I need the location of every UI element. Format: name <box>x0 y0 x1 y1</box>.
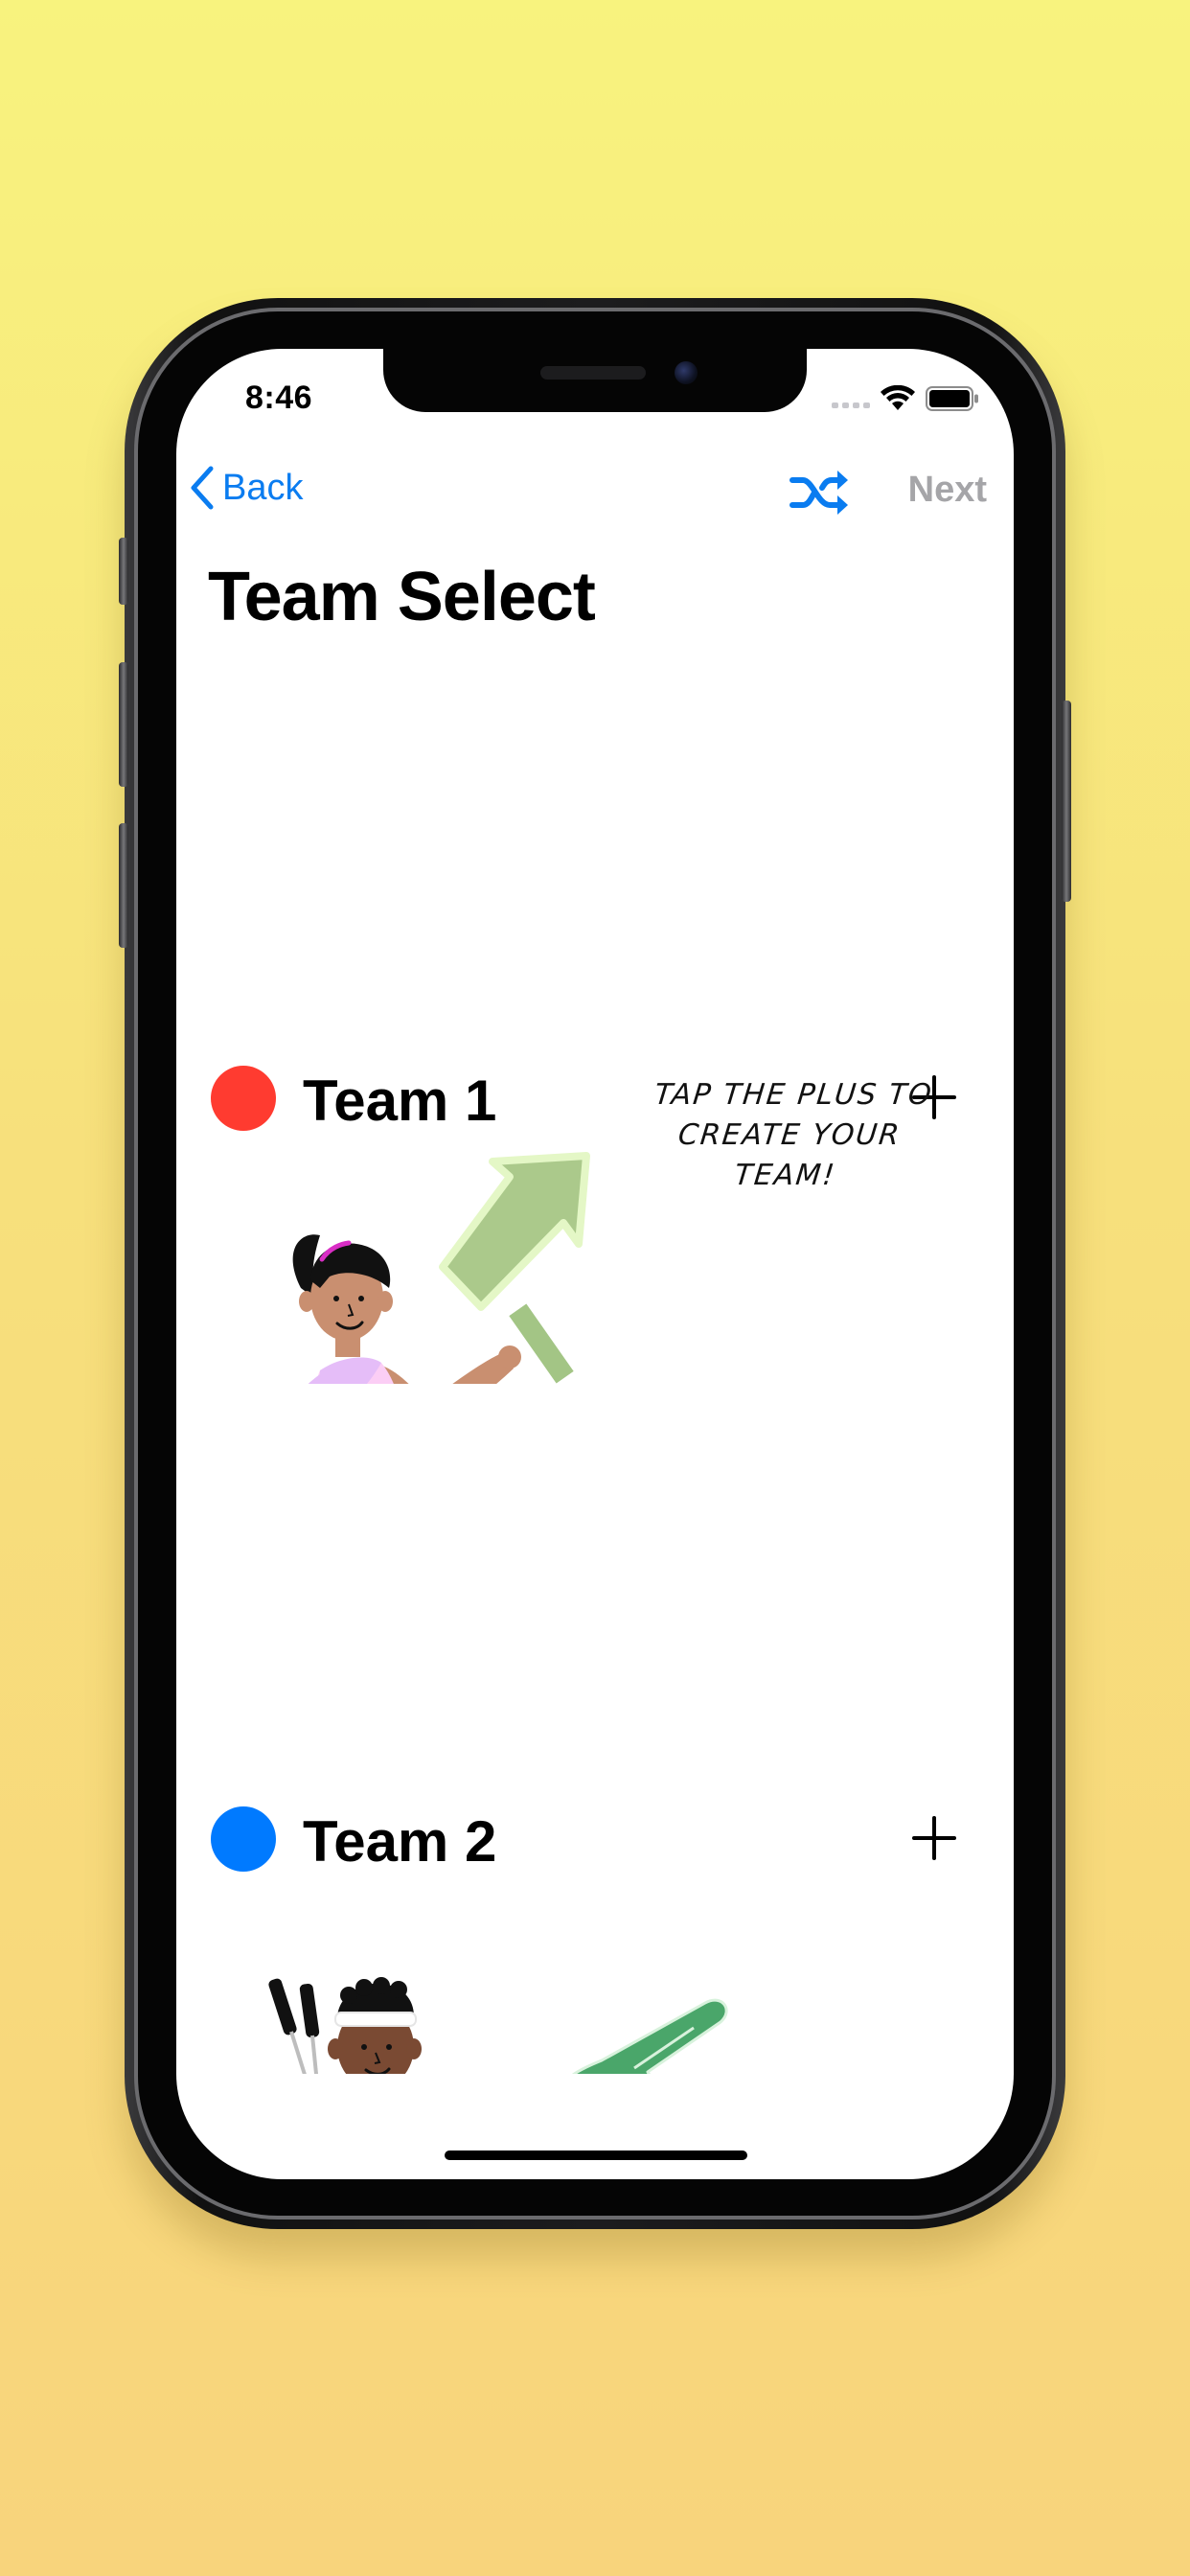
phone-frame: 8:46 Back Next Team Select Team 1 TAP TH… <box>119 298 1071 2229</box>
next-button[interactable]: Next <box>908 470 987 511</box>
page-title: Team Select <box>208 559 596 635</box>
volume-up-button <box>119 662 128 787</box>
status-indicators <box>832 385 979 412</box>
shuffle-icon[interactable] <box>790 469 851 517</box>
create-team-hint: TAP THE PLUS TO CREATE YOUR TEAM! <box>639 1075 939 1196</box>
back-label: Back <box>222 467 304 508</box>
earpiece-speaker <box>540 366 646 380</box>
app-screen: 8:46 Back Next Team Select Team 1 TAP TH… <box>176 349 1014 2179</box>
front-camera <box>675 361 698 384</box>
silent-switch <box>119 538 128 605</box>
hint-line-1: TAP THE PLUS TO <box>652 1078 935 1112</box>
notch <box>383 349 807 412</box>
hint-line-2: CREATE YOUR TEAM! <box>676 1118 903 1192</box>
status-time: 8:46 <box>245 380 313 416</box>
man-with-foam-finger-illustration <box>268 1977 728 2074</box>
back-button[interactable]: Back <box>188 466 303 510</box>
cellular-signal-icon <box>832 389 870 408</box>
battery-icon <box>926 386 978 411</box>
wifi-icon <box>881 385 915 410</box>
chevron-left-icon <box>191 466 214 510</box>
home-indicator[interactable] <box>445 2150 747 2160</box>
power-button <box>1062 701 1071 902</box>
volume-down-button <box>119 823 128 948</box>
